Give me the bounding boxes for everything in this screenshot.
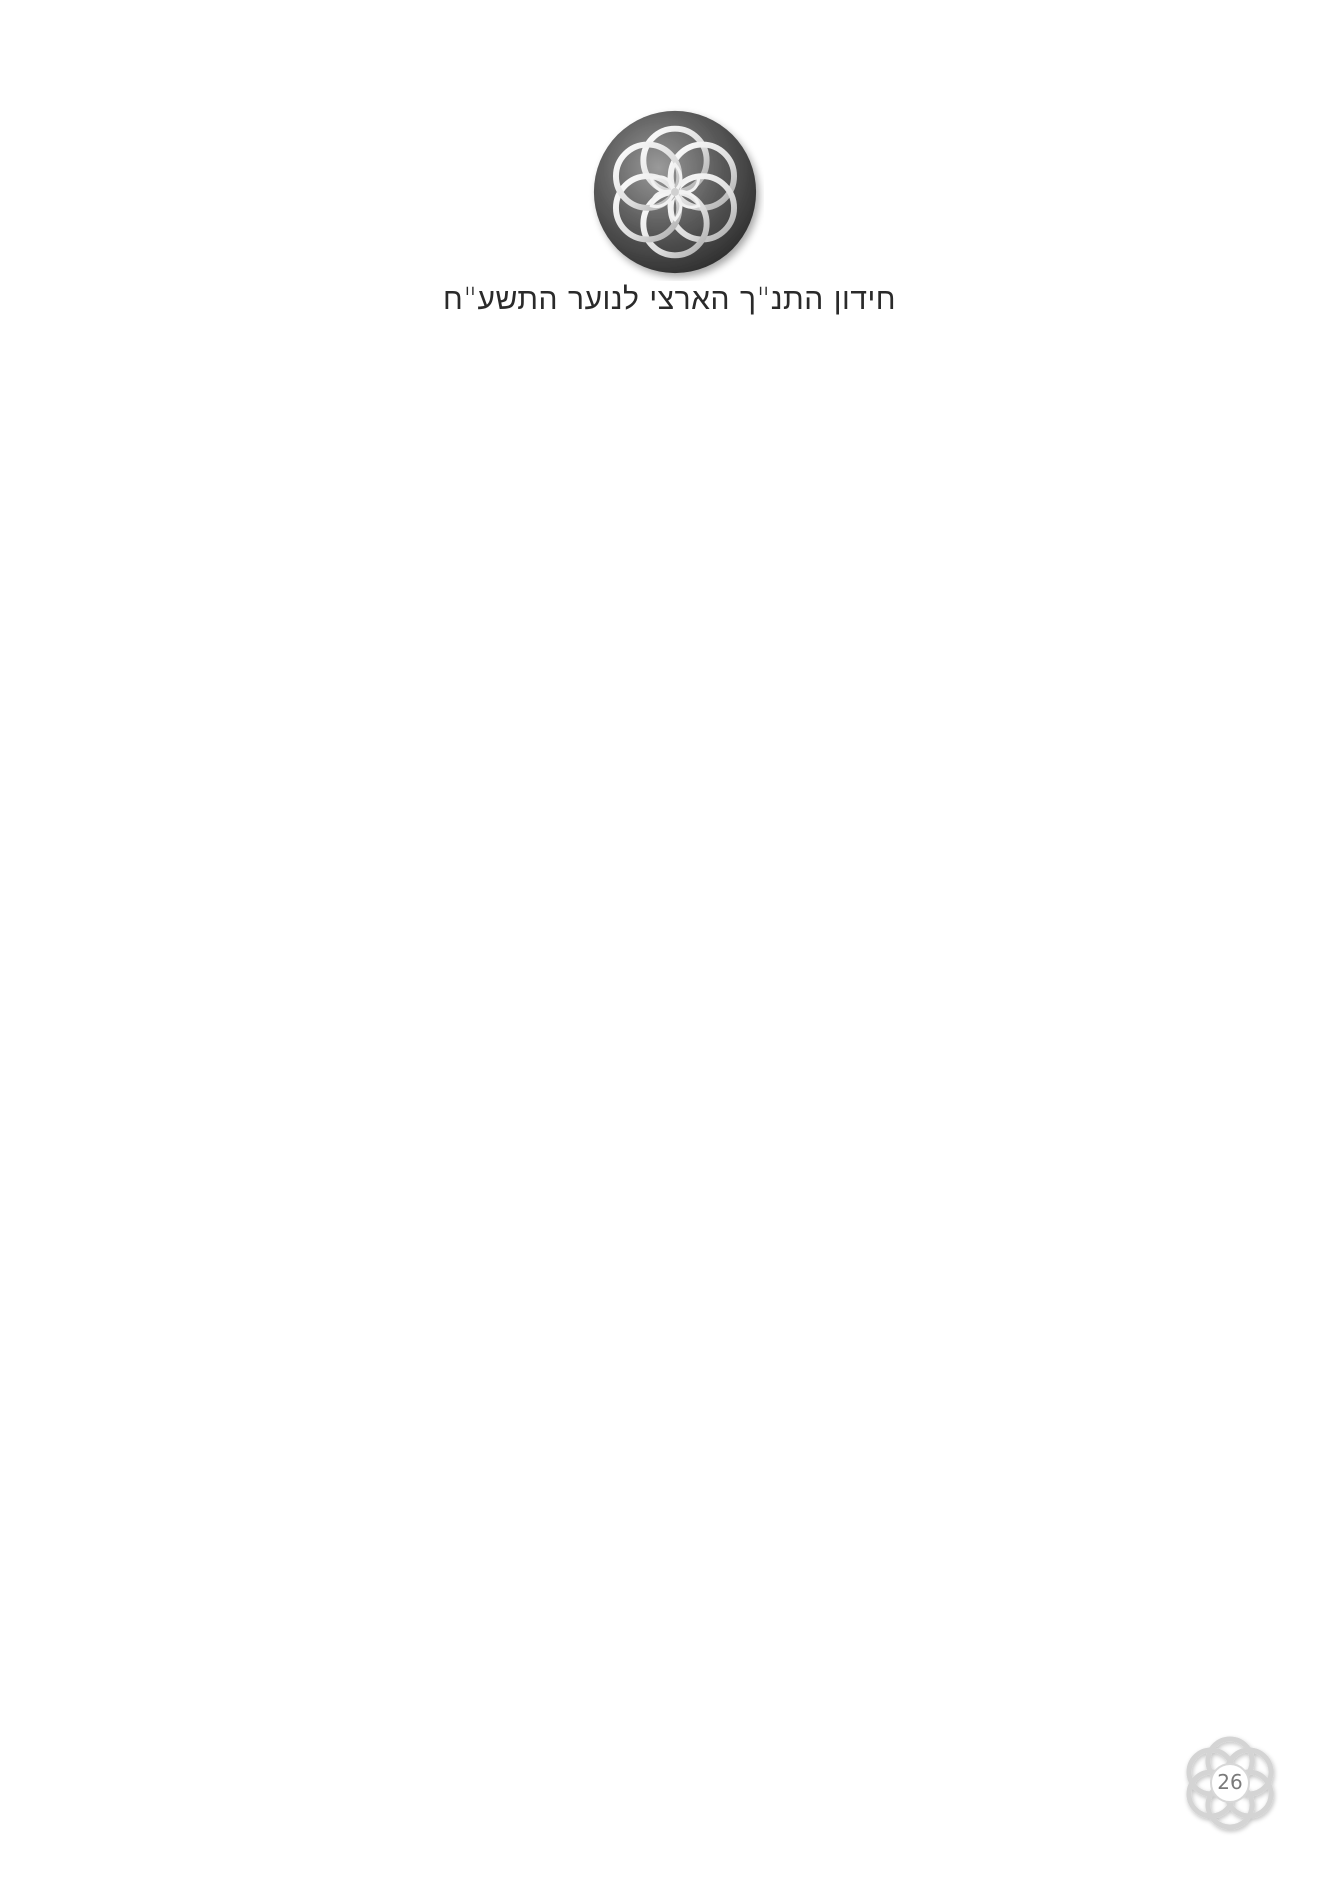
rosette-emblem-icon — [593, 110, 757, 274]
document-page: חידון התנ"ך הארצי לנוער התשע"ח 26 — [0, 0, 1339, 1890]
page-title: חידון התנ"ך הארצי לנוער התשע"ח — [442, 282, 897, 317]
page-number: 26 — [1217, 1770, 1243, 1794]
